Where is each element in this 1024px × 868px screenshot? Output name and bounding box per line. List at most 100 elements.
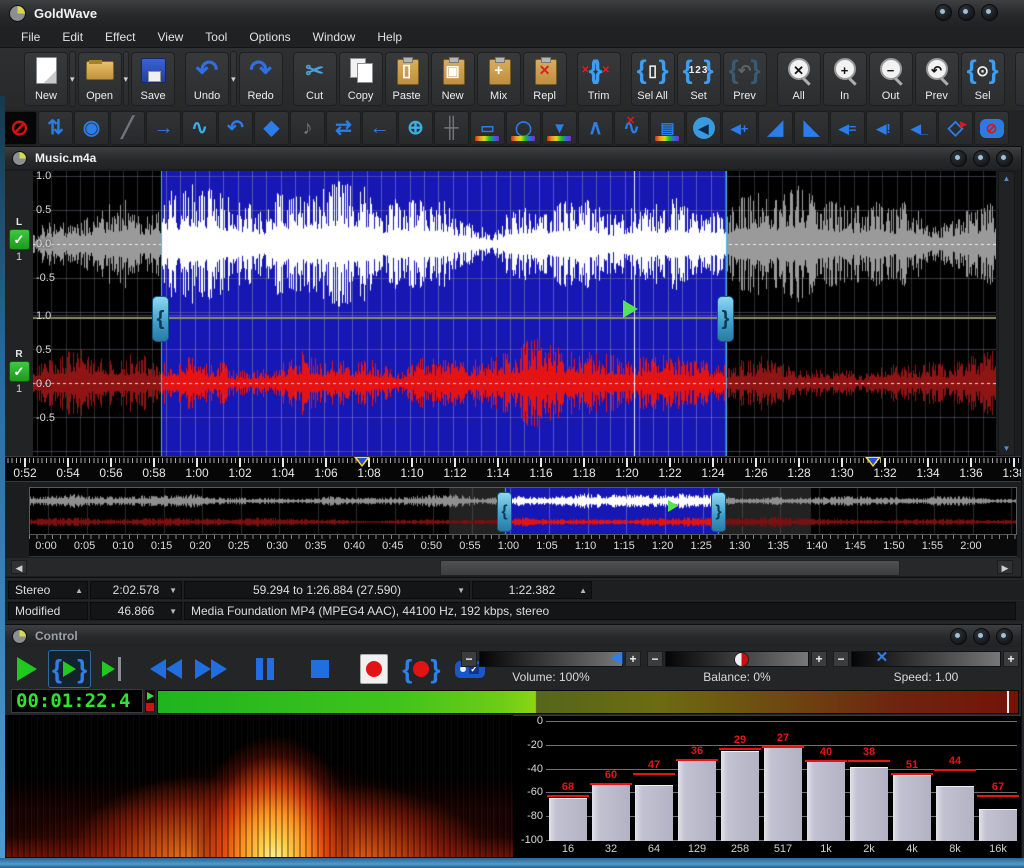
volume-thumb-speaker-icon[interactable]: ◀ [611, 650, 623, 666]
speed-minus-button[interactable]: − [833, 651, 849, 667]
toolbar-new-button[interactable]: New [24, 52, 68, 106]
toolbar-sel-button[interactable]: ⊙Sel [961, 52, 1005, 106]
scrollbar-thumb[interactable] [440, 560, 900, 576]
toolbar-out-button[interactable]: −Out [869, 52, 913, 106]
selection-start-handle[interactable]: { [152, 296, 169, 342]
selection-spinner-icon[interactable]: ▼ [457, 586, 465, 595]
toolbar-repl-button[interactable]: ✕Repl [523, 52, 567, 106]
effect-time-warp-button[interactable]: ⇅ [38, 111, 73, 145]
effect-spectrum-filter-button[interactable]: ▭ [470, 111, 505, 145]
scroll-left-icon[interactable]: ◀ [11, 560, 27, 574]
effect-shape-envelope-button[interactable]: ╱ [110, 111, 145, 145]
effect-flanger-button[interactable]: ◆ [254, 111, 289, 145]
effect-interpolate-note-button[interactable]: ♪ [290, 111, 325, 145]
maximize-button[interactable] [958, 4, 975, 21]
horizontal-scrollbar[interactable]: ◀ ▶ [3, 558, 1021, 576]
balance-thumb-icon[interactable] [734, 652, 749, 667]
toolbar-prev-button[interactable]: ↶Prev [723, 52, 767, 106]
volume-slider[interactable]: ◀ [479, 651, 623, 667]
effect-volume-up-button[interactable]: ◢ [758, 111, 793, 145]
doc-close-button[interactable] [996, 150, 1013, 167]
doc-minimize-button[interactable] [950, 150, 967, 167]
toolbar-copy-button[interactable]: Copy [339, 52, 383, 106]
effect-dynamics-button[interactable]: ⇄ [326, 111, 361, 145]
channel-l-enable-checkbox[interactable]: ✓ [9, 229, 30, 250]
cue-marker-icon[interactable] [865, 457, 881, 467]
rewind-button[interactable] [148, 651, 184, 687]
play-all-button[interactable] [100, 651, 123, 687]
volume-plus-button[interactable]: + [625, 651, 641, 667]
overview-selection-end-handle[interactable]: } [711, 492, 726, 532]
scroll-down-icon[interactable]: ▼ [1003, 442, 1011, 455]
status-length[interactable]: 2:02.578 ▼ [90, 581, 182, 599]
doc-maximize-button[interactable] [973, 150, 990, 167]
selection-end-handle[interactable]: } [717, 296, 734, 342]
volume-minus-button[interactable]: − [461, 651, 477, 667]
menu-help[interactable]: Help [366, 28, 413, 46]
channel-r-enable-checkbox[interactable]: ✓ [9, 361, 30, 382]
scroll-right-icon[interactable]: ▶ [997, 560, 1013, 574]
toolbar-trim-button[interactable]: ✕✕Trim [577, 52, 621, 106]
vertical-zoom-scrollbar[interactable]: ▲ ▼ [998, 171, 1015, 456]
toolbar-redo-button[interactable]: ↷Redo [239, 52, 283, 106]
toolbar-undo-dropdown[interactable]: ▾ [230, 51, 237, 107]
balance-slider[interactable] [665, 651, 809, 667]
effect-stereo-pan-button[interactable]: ◀+ [722, 111, 757, 145]
effect-reverse-button[interactable]: ↶ [218, 111, 253, 145]
status-position[interactable]: 1:22.382 ▲ [472, 581, 592, 599]
toolbar-new-button[interactable]: ▣New [431, 52, 475, 106]
toolbar-mix-button[interactable]: +Mix [477, 52, 521, 106]
toolbar-paste-button[interactable]: ▯Paste [385, 52, 429, 106]
pause-button[interactable] [252, 651, 278, 687]
cue-marker-icon[interactable] [354, 457, 370, 467]
balance-plus-button[interactable]: + [811, 651, 827, 667]
effect-equalizer-sliders-button[interactable]: ╫ [434, 111, 469, 145]
time-axis[interactable]: 0:520:540:560:581:001:021:041:061:081:10… [3, 456, 1021, 482]
effect-filter-preset-button[interactable]: ▼ [542, 111, 577, 145]
menu-options[interactable]: Options [238, 28, 301, 46]
effect-disable-button[interactable]: ⊘ [2, 111, 37, 145]
effect-band-filter-button[interactable]: ◯ [506, 111, 541, 145]
overview-canvas[interactable] [30, 488, 1016, 534]
length-spinner-icon[interactable]: ▼ [169, 586, 177, 595]
status-selection[interactable]: 59.294 to 1:26.884 (27.590) ▼ [184, 581, 470, 599]
menu-tool[interactable]: Tool [194, 28, 238, 46]
ctrl-maximize-button[interactable] [973, 628, 990, 645]
effect-playback-mono-button[interactable]: ◀ [686, 111, 721, 145]
menu-view[interactable]: View [147, 28, 195, 46]
record-selection-button[interactable]: {} [399, 651, 443, 687]
menu-edit[interactable]: Edit [51, 28, 94, 46]
toolbar-in-button[interactable]: +In [823, 52, 867, 106]
minimize-button[interactable] [935, 4, 952, 21]
effect-doppler-button[interactable]: ∿ [182, 111, 217, 145]
effect-pitch-button[interactable]: ◉ [74, 111, 109, 145]
playback-marker[interactable] [623, 300, 638, 318]
effect-monitor-disable-button[interactable]: ⊘ [974, 111, 1009, 145]
stop-button[interactable] [309, 651, 331, 687]
play-selection-button[interactable]: {} [48, 650, 91, 688]
effect-pop-click-fix-button[interactable]: ∧ [578, 111, 613, 145]
effect-volume-down-button[interactable]: ◣ [794, 111, 829, 145]
main-titlebar[interactable]: GoldWave [0, 0, 1024, 26]
toolbar-cut-button[interactable]: ✂Cut [293, 52, 337, 106]
effect-echo-button[interactable]: ← [362, 111, 397, 145]
effect-match-volume-button[interactable]: ◀= [830, 111, 865, 145]
speed-thumb-icon[interactable]: ✕ [876, 650, 889, 666]
control-titlebar[interactable]: Control [3, 625, 1021, 647]
zoom-spinner-icon[interactable]: ▼ [169, 607, 177, 616]
scroll-up-icon[interactable]: ▲ [1003, 172, 1011, 185]
menu-window[interactable]: Window [302, 28, 367, 46]
balance-minus-button[interactable]: − [647, 651, 663, 667]
overview-playback-marker[interactable] [668, 500, 678, 512]
effect-reverb-button[interactable]: ⊕ [398, 111, 433, 145]
effect-parametric-eq-button[interactable]: ▤ [650, 111, 685, 145]
toolbar-sel-all-button[interactable]: ▯Sel All [631, 52, 675, 106]
effect-noise-reduction-button[interactable]: ∿ [614, 111, 649, 145]
fast-forward-button[interactable] [193, 651, 229, 687]
toolbar-new-dropdown[interactable]: ▾ [69, 51, 76, 107]
status-zoom[interactable]: 46.866 ▼ [90, 602, 182, 620]
document-titlebar[interactable]: Music.m4a [3, 147, 1021, 169]
effect-device-properties-button[interactable]: ◇ [938, 111, 973, 145]
close-button[interactable] [981, 4, 998, 21]
toolbar-prev-button[interactable]: ↶Prev [915, 52, 959, 106]
